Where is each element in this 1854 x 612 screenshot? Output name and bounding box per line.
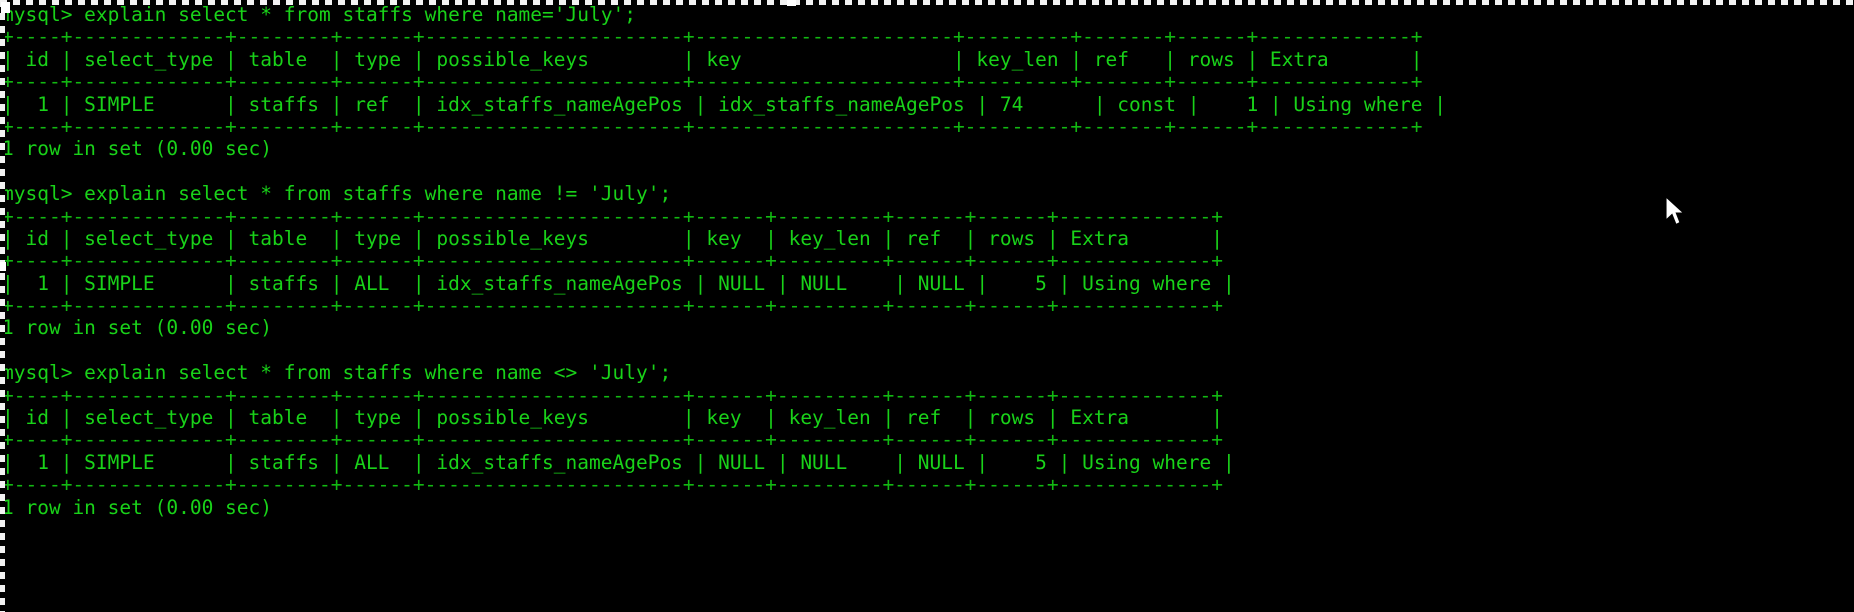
table-header-row: | id | select_type | table | type | poss… bbox=[2, 47, 1423, 71]
table-header-row: | id | select_type | table | type | poss… bbox=[2, 406, 1223, 430]
table-top-rule: +----+-------------+--------+------+----… bbox=[2, 25, 1423, 49]
table-row: | 1 | SIMPLE | staffs | ref | idx_staffs… bbox=[2, 92, 1447, 116]
table-mid-rule: +----+-------------+--------+------+----… bbox=[2, 249, 1223, 273]
selection-handle-top-center[interactable] bbox=[787, 0, 796, 6]
command-line: mysql> explain select * from staffs wher… bbox=[2, 361, 672, 385]
result-status: 1 row in set (0.00 sec) bbox=[2, 495, 273, 519]
table-header-row: | id | select_type | table | type | poss… bbox=[2, 226, 1223, 250]
table-bottom-rule: +----+-------------+--------+------+----… bbox=[2, 473, 1223, 497]
table-row: | 1 | SIMPLE | staffs | ALL | idx_staffs… bbox=[2, 450, 1235, 474]
table-row: | 1 | SIMPLE | staffs | ALL | idx_staffs… bbox=[2, 271, 1235, 295]
table-top-rule: +----+-------------+--------+------+----… bbox=[2, 204, 1223, 228]
table-bottom-rule: +----+-------------+--------+------+----… bbox=[2, 294, 1223, 318]
table-bottom-rule: +----+-------------+--------+------+----… bbox=[2, 114, 1423, 138]
table-mid-rule: +----+-------------+--------+------+----… bbox=[2, 70, 1423, 94]
command-line: mysql> explain select * from staffs wher… bbox=[2, 3, 636, 26]
selection-border-top[interactable] bbox=[0, 0, 1854, 5]
selection-border-left[interactable] bbox=[0, 0, 5, 612]
result-status: 1 row in set (0.00 sec) bbox=[2, 137, 273, 161]
terminal-screen: mysql> explain select * from staffs wher… bbox=[0, 3, 1854, 519]
selection-handle-middle-left[interactable] bbox=[0, 262, 6, 271]
result-status: 1 row in set (0.00 sec) bbox=[2, 316, 273, 340]
table-mid-rule: +----+-------------+--------+------+----… bbox=[2, 428, 1223, 452]
selection-handle-top-left[interactable] bbox=[1, 2, 10, 13]
table-top-rule: +----+-------------+--------+------+----… bbox=[2, 383, 1223, 407]
command-line: mysql> explain select * from staffs wher… bbox=[2, 182, 672, 206]
terminal-window[interactable]: mysql> explain select * from staffs wher… bbox=[0, 0, 1854, 612]
